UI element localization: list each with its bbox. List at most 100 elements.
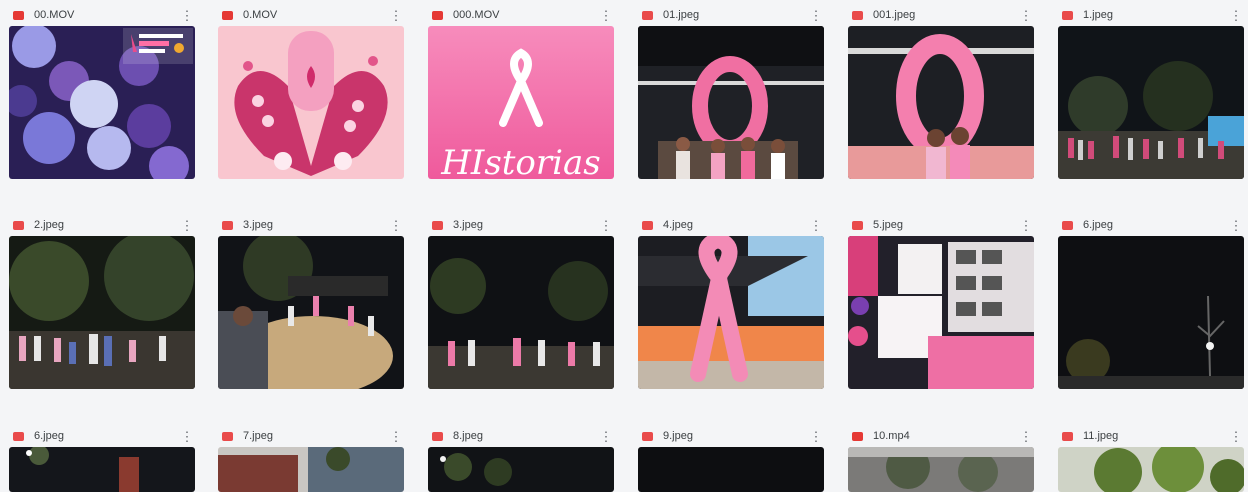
file-name: 9.jpeg [663, 430, 693, 442]
more-options-icon[interactable]: ⋮ [1228, 9, 1244, 22]
file-thumbnail[interactable] [1058, 447, 1244, 492]
image-file-icon [852, 220, 863, 230]
file-card[interactable]: 0.MOV ⋮ [218, 3, 404, 179]
image-file-icon [1062, 431, 1073, 441]
image-file-icon [13, 431, 24, 441]
more-options-icon[interactable]: ⋮ [388, 430, 404, 443]
file-thumbnail[interactable] [428, 236, 614, 389]
image-file-icon [222, 220, 233, 230]
file-thumbnail[interactable] [638, 447, 824, 492]
file-name: 10.mp4 [873, 430, 910, 442]
file-card[interactable]: 8.jpeg ⋮ [428, 424, 614, 492]
thumbnail-title: HIstorias [440, 143, 601, 179]
file-card[interactable]: 6.jpeg ⋮ [1058, 213, 1244, 389]
file-card-header: 00.MOV ⋮ [9, 3, 195, 27]
file-thumbnail[interactable] [218, 236, 404, 389]
file-card[interactable]: 01.jpeg ⋮ [638, 3, 824, 179]
file-thumbnail[interactable] [218, 26, 404, 179]
more-options-icon[interactable]: ⋮ [1018, 219, 1034, 232]
file-name: 1.jpeg [1083, 9, 1113, 21]
more-options-icon[interactable]: ⋮ [179, 219, 195, 232]
file-card[interactable]: 10.mp4 ⋮ [848, 424, 1034, 492]
more-options-icon[interactable]: ⋮ [808, 9, 824, 22]
file-card-header: 6.jpeg ⋮ [1058, 213, 1244, 237]
image-file-icon [642, 220, 653, 230]
file-thumbnail[interactable] [9, 26, 195, 179]
more-options-icon[interactable]: ⋮ [179, 430, 195, 443]
file-grid: 00.MOV ⋮ 0.MOV ⋮ 000.MOV ⋮ HIstorias 01.… [0, 0, 1248, 492]
image-file-icon [642, 431, 653, 441]
more-options-icon[interactable]: ⋮ [179, 9, 195, 22]
file-card[interactable]: 6.jpeg ⋮ [9, 424, 195, 492]
file-thumbnail[interactable] [848, 26, 1034, 179]
file-card[interactable]: 9.jpeg ⋮ [638, 424, 824, 492]
file-card-header: 8.jpeg ⋮ [428, 424, 614, 448]
file-card-header: 001.jpeg ⋮ [848, 3, 1034, 27]
more-options-icon[interactable]: ⋮ [388, 9, 404, 22]
file-card-header: 000.MOV ⋮ [428, 3, 614, 27]
file-name: 5.jpeg [873, 219, 903, 231]
more-options-icon[interactable]: ⋮ [388, 219, 404, 232]
video-file-icon [222, 10, 233, 20]
file-card-header: 0.MOV ⋮ [218, 3, 404, 27]
file-card[interactable]: 11.jpeg ⋮ [1058, 424, 1244, 492]
file-card-header: 4.jpeg ⋮ [638, 213, 824, 237]
more-options-icon[interactable]: ⋮ [1228, 219, 1244, 232]
file-card[interactable]: 2.jpeg ⋮ [9, 213, 195, 389]
image-file-icon [642, 10, 653, 20]
file-name: 3.jpeg [243, 219, 273, 231]
more-options-icon[interactable]: ⋮ [598, 219, 614, 232]
file-thumbnail[interactable] [638, 236, 824, 389]
file-card-header: 5.jpeg ⋮ [848, 213, 1034, 237]
file-name: 7.jpeg [243, 430, 273, 442]
file-name: 6.jpeg [1083, 219, 1113, 231]
file-card-header: 11.jpeg ⋮ [1058, 424, 1244, 448]
more-options-icon[interactable]: ⋮ [598, 9, 614, 22]
image-file-icon [852, 10, 863, 20]
file-name: 001.jpeg [873, 9, 916, 21]
file-thumbnail[interactable] [1058, 26, 1244, 179]
file-name: 3.jpeg [453, 219, 483, 231]
file-card[interactable]: 4.jpeg ⋮ [638, 213, 824, 389]
more-options-icon[interactable]: ⋮ [808, 430, 824, 443]
image-file-icon [432, 220, 443, 230]
video-file-icon [852, 431, 863, 441]
file-card[interactable]: 5.jpeg ⋮ [848, 213, 1034, 389]
file-card[interactable]: 7.jpeg ⋮ [218, 424, 404, 492]
file-card[interactable]: 3.jpeg ⋮ [428, 213, 614, 389]
file-thumbnail[interactable] [218, 447, 404, 492]
file-name: 2.jpeg [34, 219, 64, 231]
file-thumbnail[interactable] [638, 26, 824, 179]
file-thumbnail[interactable] [428, 447, 614, 492]
file-thumbnail[interactable] [1058, 236, 1244, 389]
file-name: 4.jpeg [663, 219, 693, 231]
more-options-icon[interactable]: ⋮ [1018, 430, 1034, 443]
file-name: 000.MOV [453, 9, 500, 21]
file-name: 00.MOV [34, 9, 75, 21]
image-file-icon [432, 431, 443, 441]
file-thumbnail[interactable] [9, 447, 195, 492]
file-card-header: 3.jpeg ⋮ [218, 213, 404, 237]
file-thumbnail[interactable]: HIstorias [428, 26, 614, 179]
more-options-icon[interactable]: ⋮ [808, 219, 824, 232]
file-name: 0.MOV [243, 9, 278, 21]
file-thumbnail[interactable] [848, 447, 1034, 492]
file-card[interactable]: 001.jpeg ⋮ [848, 3, 1034, 179]
more-options-icon[interactable]: ⋮ [1018, 9, 1034, 22]
image-file-icon [1062, 220, 1073, 230]
more-options-icon[interactable]: ⋮ [1228, 430, 1244, 443]
file-card-header: 3.jpeg ⋮ [428, 213, 614, 237]
file-thumbnail[interactable] [9, 236, 195, 389]
file-card[interactable]: 000.MOV ⋮ HIstorias [428, 3, 614, 179]
file-card-header: 9.jpeg ⋮ [638, 424, 824, 448]
file-thumbnail[interactable] [848, 236, 1034, 389]
file-card[interactable]: 1.jpeg ⋮ [1058, 3, 1244, 179]
file-name: 8.jpeg [453, 430, 483, 442]
more-options-icon[interactable]: ⋮ [598, 430, 614, 443]
file-card[interactable]: 3.jpeg ⋮ [218, 213, 404, 389]
video-file-icon [432, 10, 443, 20]
file-name: 01.jpeg [663, 9, 700, 21]
file-card[interactable]: 00.MOV ⋮ [9, 3, 195, 179]
image-file-icon [1062, 10, 1073, 20]
file-card-header: 01.jpeg ⋮ [638, 3, 824, 27]
